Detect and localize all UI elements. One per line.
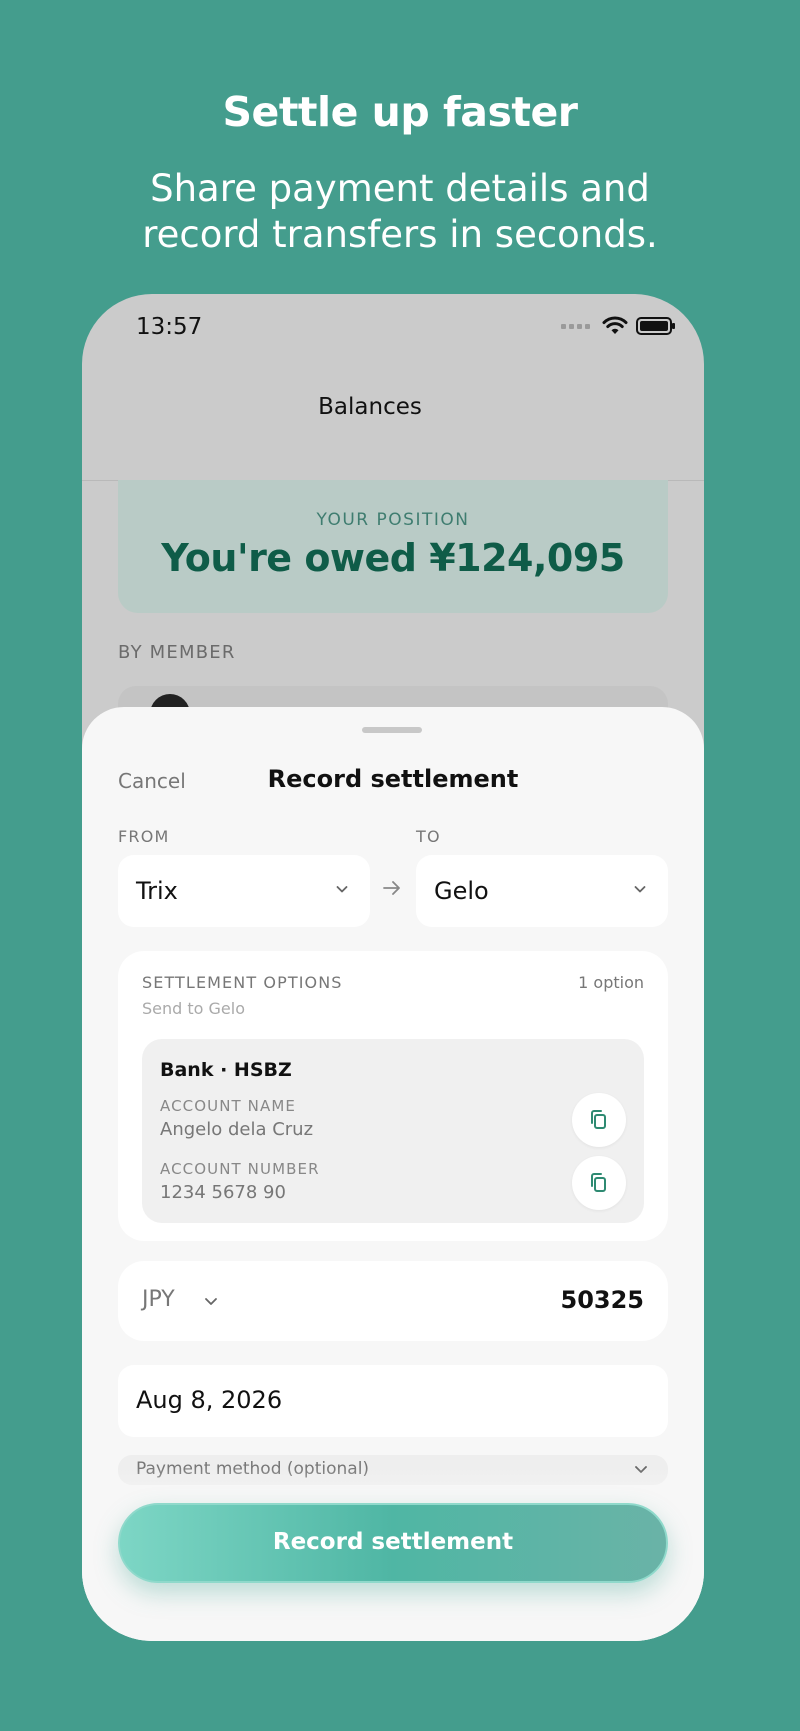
chevron-down-icon[interactable] bbox=[204, 1294, 218, 1308]
bank-name: Bank · HSBZ bbox=[160, 1059, 292, 1081]
by-member-label: BY MEMBER bbox=[118, 642, 236, 663]
settlement-options-card: SETTLEMENT OPTIONS 1 option Send to Gelo… bbox=[118, 951, 668, 1241]
position-card: YOUR POSITION You're owed ¥124,095 bbox=[118, 480, 668, 613]
chevron-down-icon bbox=[336, 886, 348, 893]
to-value: Gelo bbox=[434, 877, 489, 905]
chevron-down-icon bbox=[634, 886, 646, 893]
date-field[interactable]: Aug 8, 2026 bbox=[118, 1365, 668, 1437]
battery-icon bbox=[636, 317, 675, 335]
copy-icon bbox=[591, 1110, 606, 1129]
arrow-right-icon bbox=[383, 881, 400, 895]
promo-subtitle-line-2: record transfers in seconds. bbox=[142, 213, 658, 256]
from-value: Trix bbox=[136, 877, 178, 905]
date-value: Aug 8, 2026 bbox=[136, 1386, 283, 1414]
record-settlement-button-label: Record settlement bbox=[272, 1529, 514, 1555]
amount-input[interactable]: 50325 bbox=[561, 1286, 645, 1314]
settlement-options-count: 1 option bbox=[578, 973, 644, 992]
promo-title: Settle up faster bbox=[222, 88, 578, 136]
copy-account-number-button[interactable] bbox=[572, 1156, 626, 1210]
signal-icon bbox=[561, 323, 590, 329]
promo-subtitle: Share payment details and record transfe… bbox=[0, 166, 800, 258]
account-number-label: ACCOUNT NUMBER bbox=[160, 1160, 320, 1178]
currency-select[interactable]: JPY bbox=[142, 1287, 175, 1312]
sheet-grabber[interactable] bbox=[362, 727, 422, 733]
copy-icon bbox=[591, 1173, 606, 1192]
amount-row: JPY 50325 bbox=[118, 1261, 668, 1341]
settlement-options-title: SETTLEMENT OPTIONS bbox=[142, 973, 343, 992]
from-label: FROM bbox=[118, 827, 170, 846]
bank-option: Bank · HSBZ ACCOUNT NAME Angelo dela Cru… bbox=[142, 1039, 644, 1223]
promo-subtitle-line-1: Share payment details and bbox=[150, 167, 650, 210]
sheet-title: Record settlement bbox=[267, 765, 519, 793]
settlement-options-subtitle: Send to Gelo bbox=[142, 999, 246, 1018]
record-settlement-button[interactable]: Record settlement bbox=[118, 1503, 668, 1583]
from-select[interactable]: Trix bbox=[118, 855, 370, 927]
nav-title: Balances bbox=[318, 394, 422, 420]
copy-account-name-button[interactable] bbox=[572, 1093, 626, 1147]
record-settlement-sheet: Cancel Record settlement FROM TO Trix Ge… bbox=[82, 707, 704, 1641]
wifi-icon bbox=[602, 316, 628, 334]
phone-frame: 13:57 Balances YOUR POSITION You're owed… bbox=[82, 294, 704, 1641]
position-value: You're owed ¥124,095 bbox=[161, 536, 625, 580]
account-name-value: Angelo dela Cruz bbox=[160, 1119, 314, 1140]
account-number-value: 1234 5678 90 bbox=[160, 1182, 286, 1203]
position-label: YOUR POSITION bbox=[316, 510, 470, 530]
status-icons bbox=[561, 316, 675, 336]
to-select[interactable]: Gelo bbox=[416, 855, 668, 927]
to-label: TO bbox=[416, 827, 441, 846]
account-name-label: ACCOUNT NAME bbox=[160, 1097, 296, 1115]
status-bar: 13:57 bbox=[82, 294, 704, 364]
status-time: 13:57 bbox=[136, 314, 203, 340]
